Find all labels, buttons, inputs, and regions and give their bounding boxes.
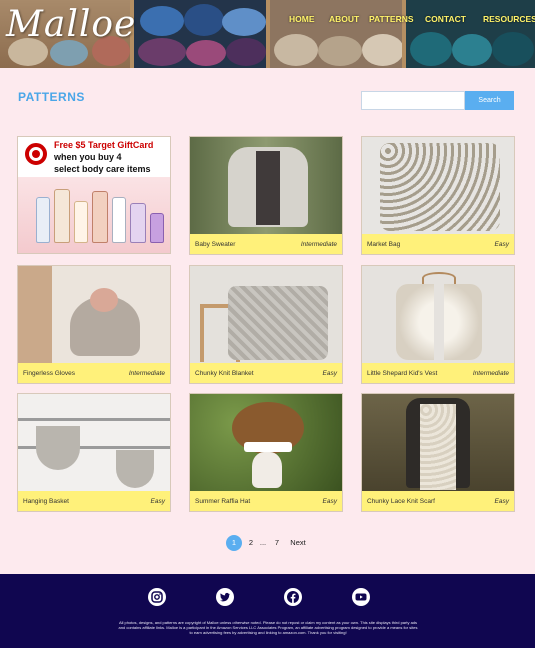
blanket-photo	[190, 266, 342, 363]
hat-photo	[190, 394, 342, 491]
basket-photo	[18, 394, 170, 491]
pattern-name: Market Bag	[367, 240, 401, 248]
facebook-icon[interactable]	[284, 588, 302, 606]
ad-product-image	[18, 177, 170, 253]
search-input[interactable]	[361, 91, 465, 110]
youtube-icon[interactable]	[352, 588, 370, 606]
header-photo-yarn-shelf-2	[134, 0, 270, 68]
pattern-name: Baby Sweater	[195, 240, 236, 248]
nav-home[interactable]: HOME	[289, 14, 315, 24]
pattern-caption: Chunky Knit Blanket Easy	[190, 363, 342, 383]
pagination-ellipsis: ...	[259, 538, 267, 547]
pattern-name: Hanging Basket	[23, 497, 69, 505]
nav-about[interactable]: ABOUT	[329, 14, 359, 24]
site-footer: All photos, designs, and patterns are co…	[0, 574, 535, 648]
next-page-link[interactable]: Next	[288, 535, 308, 551]
pattern-level: Easy	[322, 497, 337, 505]
header-photo-yarn-shelf-3	[270, 0, 406, 68]
pattern-caption: Chunky Lace Knit Scarf Easy	[362, 491, 514, 511]
ad-headline: Free $5 Target GiftCard	[54, 140, 154, 150]
page-7-link[interactable]: 7	[272, 535, 282, 551]
main-nav: HOME ABOUT PATTERNS CONTACT RESOURCES	[289, 14, 535, 28]
advertisement[interactable]: Free $5 Target GiftCard when you buy 4 s…	[17, 136, 171, 254]
gloves-photo	[18, 266, 170, 363]
site-header: Malloe HOME ABOUT PATTERNS CONTACT RESOU…	[0, 0, 535, 68]
pattern-card[interactable]: Summer Raffia Hat Easy	[189, 393, 343, 512]
nav-contact[interactable]: CONTACT	[425, 14, 466, 24]
search-button[interactable]: Search	[465, 91, 514, 110]
pattern-card[interactable]: Little Shepard Kid's Vest Intermediate	[361, 265, 515, 384]
pattern-level: Easy	[494, 497, 509, 505]
scarf-photo	[362, 394, 514, 491]
instagram-icon[interactable]	[148, 588, 166, 606]
pattern-card[interactable]: Baby Sweater Intermediate	[189, 136, 343, 255]
vest-photo	[362, 266, 514, 363]
pattern-name: Chunky Lace Knit Scarf	[367, 497, 435, 505]
header-photo-yarn-shelf-4	[406, 0, 535, 68]
pattern-card[interactable]: Chunky Knit Blanket Easy	[189, 265, 343, 384]
nav-resources[interactable]: RESOURCES	[483, 14, 535, 24]
ad-subline: when you buy 4	[54, 152, 122, 162]
bag-photo	[362, 137, 514, 234]
site-logo[interactable]: Malloe	[6, 4, 136, 45]
pattern-level: Easy	[150, 497, 165, 505]
sweater-photo	[190, 137, 342, 234]
nav-patterns[interactable]: PATTERNS	[369, 14, 414, 24]
pattern-name: Summer Raffia Hat	[195, 497, 251, 505]
page-1-button[interactable]: 1	[226, 535, 242, 551]
pattern-card[interactable]: Market Bag Easy	[361, 136, 515, 255]
pattern-name: Little Shepard Kid's Vest	[367, 369, 438, 377]
pattern-level: Intermediate	[128, 369, 165, 377]
footer-legal-text: All photos, designs, and patterns are co…	[118, 620, 418, 635]
page-2-link[interactable]: 2	[246, 535, 256, 551]
pattern-card[interactable]: Fingerless Gloves Intermediate	[17, 265, 171, 384]
pattern-level: Easy	[494, 240, 509, 248]
pattern-caption: Summer Raffia Hat Easy	[190, 491, 342, 511]
pattern-caption: Hanging Basket Easy	[18, 491, 170, 511]
ad-subline: select body care items	[54, 164, 151, 174]
pattern-level: Easy	[322, 369, 337, 377]
pattern-caption: Fingerless Gloves Intermediate	[18, 363, 170, 383]
pattern-caption: Baby Sweater Intermediate	[190, 234, 342, 254]
twitter-icon[interactable]	[216, 588, 234, 606]
pattern-level: Intermediate	[300, 240, 337, 248]
pattern-name: Chunky Knit Blanket	[195, 369, 254, 377]
page-title: PATTERNS	[18, 90, 85, 104]
pattern-name: Fingerless Gloves	[23, 369, 76, 377]
pattern-caption: Market Bag Easy	[362, 234, 514, 254]
pattern-card[interactable]: Chunky Lace Knit Scarf Easy	[361, 393, 515, 512]
pattern-card[interactable]: Hanging Basket Easy	[17, 393, 171, 512]
target-logo-icon	[25, 143, 47, 165]
pattern-caption: Little Shepard Kid's Vest Intermediate	[362, 363, 514, 383]
pattern-level: Intermediate	[472, 369, 509, 377]
